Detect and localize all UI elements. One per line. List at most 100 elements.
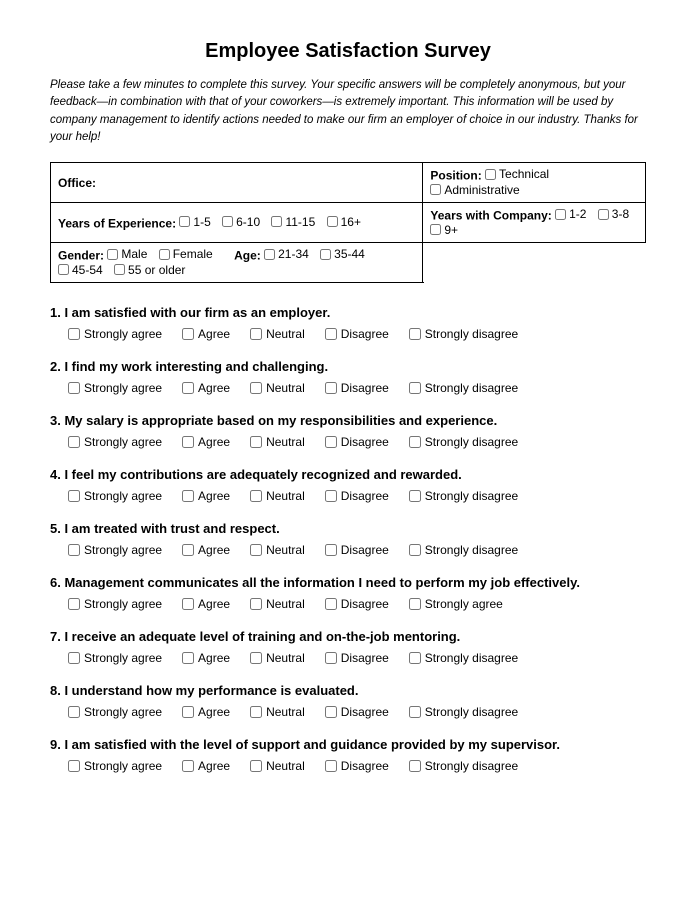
option-q2-3[interactable]: Disagree: [325, 381, 389, 395]
option-q5-2[interactable]: Neutral: [250, 543, 305, 557]
checkbox-q5-3[interactable]: [325, 544, 337, 556]
option-q6-2[interactable]: Neutral: [250, 597, 305, 611]
option-q3-1[interactable]: Agree: [182, 435, 230, 449]
checkbox-q8-1[interactable]: [182, 706, 194, 718]
checkbox-q9-3[interactable]: [325, 760, 337, 772]
option-q9-2[interactable]: Neutral: [250, 759, 305, 773]
checkbox-q4-3[interactable]: [325, 490, 337, 502]
checkbox-q8-0[interactable]: [68, 706, 80, 718]
checkbox-q9-4[interactable]: [409, 760, 421, 772]
option-q5-0[interactable]: Strongly agree: [68, 543, 162, 557]
option-q6-0[interactable]: Strongly agree: [68, 597, 162, 611]
gender-female[interactable]: [159, 249, 170, 260]
years-exp-16plus[interactable]: [327, 216, 338, 227]
option-q7-4[interactable]: Strongly disagree: [409, 651, 518, 665]
checkbox-q4-0[interactable]: [68, 490, 80, 502]
checkbox-q6-0[interactable]: [68, 598, 80, 610]
option-q6-4[interactable]: Strongly agree: [409, 597, 503, 611]
checkbox-q4-4[interactable]: [409, 490, 421, 502]
option-q9-0[interactable]: Strongly agree: [68, 759, 162, 773]
checkbox-q6-3[interactable]: [325, 598, 337, 610]
option-q6-3[interactable]: Disagree: [325, 597, 389, 611]
checkbox-q7-4[interactable]: [409, 652, 421, 664]
checkbox-q8-4[interactable]: [409, 706, 421, 718]
checkbox-q3-2[interactable]: [250, 436, 262, 448]
option-q6-1[interactable]: Agree: [182, 597, 230, 611]
checkbox-q4-1[interactable]: [182, 490, 194, 502]
checkbox-q7-3[interactable]: [325, 652, 337, 664]
checkbox-q9-1[interactable]: [182, 760, 194, 772]
gender-male[interactable]: [107, 249, 118, 260]
checkbox-q9-2[interactable]: [250, 760, 262, 772]
checkbox-q5-2[interactable]: [250, 544, 262, 556]
years-co-3-8[interactable]: [598, 209, 609, 220]
option-q2-2[interactable]: Neutral: [250, 381, 305, 395]
option-q1-2[interactable]: Neutral: [250, 327, 305, 341]
checkbox-q2-0[interactable]: [68, 382, 80, 394]
option-q5-1[interactable]: Agree: [182, 543, 230, 557]
age-55plus[interactable]: [114, 264, 125, 275]
option-q4-3[interactable]: Disagree: [325, 489, 389, 503]
checkbox-q3-3[interactable]: [325, 436, 337, 448]
checkbox-q5-0[interactable]: [68, 544, 80, 556]
checkbox-q2-3[interactable]: [325, 382, 337, 394]
checkbox-q1-0[interactable]: [68, 328, 80, 340]
checkbox-q2-1[interactable]: [182, 382, 194, 394]
checkbox-q2-4[interactable]: [409, 382, 421, 394]
checkbox-q7-0[interactable]: [68, 652, 80, 664]
option-q8-3[interactable]: Disagree: [325, 705, 389, 719]
checkbox-q5-1[interactable]: [182, 544, 194, 556]
years-co-9plus[interactable]: [430, 224, 441, 235]
checkbox-q5-4[interactable]: [409, 544, 421, 556]
option-q4-0[interactable]: Strongly agree: [68, 489, 162, 503]
option-q7-0[interactable]: Strongly agree: [68, 651, 162, 665]
option-q8-1[interactable]: Agree: [182, 705, 230, 719]
option-q3-0[interactable]: Strongly agree: [68, 435, 162, 449]
checkbox-q1-4[interactable]: [409, 328, 421, 340]
checkbox-q3-1[interactable]: [182, 436, 194, 448]
option-q7-3[interactable]: Disagree: [325, 651, 389, 665]
option-q4-4[interactable]: Strongly disagree: [409, 489, 518, 503]
option-q4-1[interactable]: Agree: [182, 489, 230, 503]
position-administrative[interactable]: [430, 184, 441, 195]
option-q1-1[interactable]: Agree: [182, 327, 230, 341]
option-q5-3[interactable]: Disagree: [325, 543, 389, 557]
checkbox-q1-1[interactable]: [182, 328, 194, 340]
checkbox-q8-3[interactable]: [325, 706, 337, 718]
option-q7-2[interactable]: Neutral: [250, 651, 305, 665]
option-q3-2[interactable]: Neutral: [250, 435, 305, 449]
checkbox-q1-2[interactable]: [250, 328, 262, 340]
option-q8-2[interactable]: Neutral: [250, 705, 305, 719]
age-21-34[interactable]: [264, 249, 275, 260]
option-q9-3[interactable]: Disagree: [325, 759, 389, 773]
checkbox-q9-0[interactable]: [68, 760, 80, 772]
years-exp-6-10[interactable]: [222, 216, 233, 227]
checkbox-q6-2[interactable]: [250, 598, 262, 610]
option-q3-3[interactable]: Disagree: [325, 435, 389, 449]
option-q2-4[interactable]: Strongly disagree: [409, 381, 518, 395]
option-q3-4[interactable]: Strongly disagree: [409, 435, 518, 449]
years-exp-1-5[interactable]: [179, 216, 190, 227]
age-45-54[interactable]: [58, 264, 69, 275]
checkbox-q7-1[interactable]: [182, 652, 194, 664]
checkbox-q6-1[interactable]: [182, 598, 194, 610]
option-q1-0[interactable]: Strongly agree: [68, 327, 162, 341]
option-q8-0[interactable]: Strongly agree: [68, 705, 162, 719]
option-q8-4[interactable]: Strongly disagree: [409, 705, 518, 719]
checkbox-q3-0[interactable]: [68, 436, 80, 448]
years-exp-11-15[interactable]: [271, 216, 282, 227]
option-q4-2[interactable]: Neutral: [250, 489, 305, 503]
checkbox-q1-3[interactable]: [325, 328, 337, 340]
option-q5-4[interactable]: Strongly disagree: [409, 543, 518, 557]
checkbox-q8-2[interactable]: [250, 706, 262, 718]
option-q1-3[interactable]: Disagree: [325, 327, 389, 341]
checkbox-q4-2[interactable]: [250, 490, 262, 502]
option-q2-0[interactable]: Strongly agree: [68, 381, 162, 395]
years-co-1-2[interactable]: [555, 209, 566, 220]
checkbox-q6-4[interactable]: [409, 598, 421, 610]
option-q9-1[interactable]: Agree: [182, 759, 230, 773]
checkbox-q7-2[interactable]: [250, 652, 262, 664]
checkbox-q3-4[interactable]: [409, 436, 421, 448]
age-35-44[interactable]: [320, 249, 331, 260]
option-q1-4[interactable]: Strongly disagree: [409, 327, 518, 341]
